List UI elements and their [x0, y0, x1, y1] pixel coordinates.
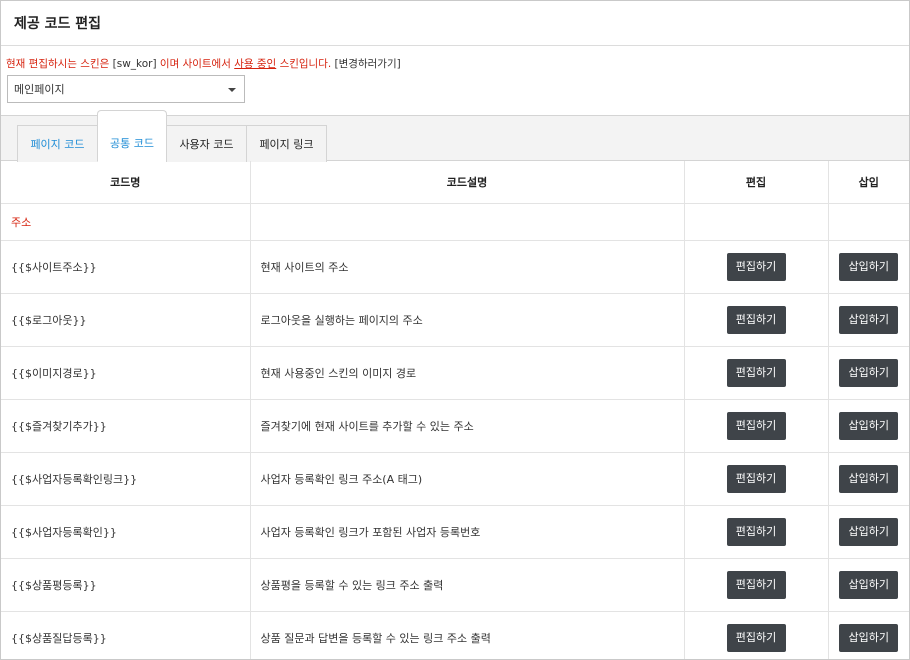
- edit-button[interactable]: 편집하기: [726, 252, 786, 281]
- code-description: 로그아웃을 실행하는 페이지의 주소: [250, 293, 685, 347]
- edit-button[interactable]: 편집하기: [726, 358, 786, 387]
- code-name: {{$상품질답등록}}: [1, 611, 251, 659]
- page-title: 제공 코드 편집: [14, 16, 102, 32]
- code-name: {{$사이트주소}}: [1, 240, 251, 294]
- edit-button[interactable]: 편집하기: [726, 570, 786, 599]
- in-use-text: 사용 중인: [234, 58, 277, 70]
- insert-button[interactable]: 삽입하기: [839, 517, 899, 546]
- insert-button[interactable]: 삽입하기: [839, 623, 899, 652]
- page-select-value: 메인페이지: [14, 83, 65, 96]
- table-row: {{$사업자등록확인링크}} 사업자 등록확인 링크 주소(A 태그) 편집하기 삽입…: [1, 452, 909, 506]
- notice-middle: 이며 사이트에서: [159, 58, 231, 70]
- tab-user-code[interactable]: 사용자 코드: [166, 125, 247, 162]
- notice-prefix: 현재 편집하시는 스킨은: [6, 58, 110, 70]
- header-code-desc: 코드설명: [250, 161, 685, 204]
- code-name: {{$로그아웃}}: [1, 293, 251, 347]
- code-name: {{$사업자등록확인링크}}: [1, 452, 251, 506]
- table-row: {{$사업자등록확인}} 사업자 등록확인 링크가 포함된 사업자 등록번호 편집하…: [1, 505, 909, 559]
- insert-button[interactable]: 삽입하기: [839, 252, 899, 281]
- insert-button[interactable]: 삽입하기: [839, 411, 899, 440]
- code-description: 현재 사이트의 주소: [250, 240, 685, 294]
- code-name: {{$즐겨찾기추가}}: [1, 399, 251, 453]
- insert-button[interactable]: 삽입하기: [839, 570, 899, 599]
- code-description: 사업자 등록확인 링크 주소(A 태그): [250, 452, 685, 506]
- table-row: {{$로그아웃}} 로그아웃을 실행하는 페이지의 주소 편집하기 삽입하기: [1, 293, 909, 347]
- header-code-name: 코드명: [1, 161, 251, 204]
- code-table: 코드명 코드설명 편집 삽입 주소 {{$사이트주소}} 현재 사이트의 주소 편집…: [1, 161, 909, 659]
- table-row: {{$상품질답등록}} 상품 질문과 답변을 등록할 수 있는 링크 주소 출력 편…: [1, 611, 909, 659]
- skin-notice: 현재 편집하시는 스킨은 [sw_kor] 이며 사이트에서 사용 중인 스킨입…: [6, 56, 401, 71]
- code-description: 상품 질문과 답변을 등록할 수 있는 링크 주소 출력: [250, 611, 685, 659]
- notice-suffix: 스킨입니다.: [279, 58, 332, 70]
- insert-button[interactable]: 삽입하기: [839, 305, 899, 334]
- table-row: {{$상품평등록}} 상품평을 등록할 수 있는 링크 주소 출력 편집하기 삽입하기: [1, 558, 909, 612]
- code-description: 상품평을 등록할 수 있는 링크 주소 출력: [250, 558, 685, 612]
- title-bar: 제공 코드 편집: [1, 1, 909, 46]
- code-description: 사업자 등록확인 링크가 포함된 사업자 등록번호: [250, 505, 685, 559]
- code-description: 즐겨찾기에 현재 사이트를 추가할 수 있는 주소: [250, 399, 685, 453]
- skin-name: [sw_kor]: [112, 58, 157, 70]
- code-name: {{$상품평등록}}: [1, 558, 251, 612]
- table-header-row: 코드명 코드설명 편집 삽입: [1, 161, 909, 204]
- edit-button[interactable]: 편집하기: [726, 411, 786, 440]
- table-row: {{$즐겨찾기추가}} 즐겨찾기에 현재 사이트를 추가할 수 있는 주소 편집하기…: [1, 399, 909, 453]
- code-description: 현재 사용중인 스킨의 이미지 경로: [250, 346, 685, 400]
- edit-button[interactable]: 편집하기: [726, 623, 786, 652]
- header-insert: 삽입: [828, 161, 909, 204]
- tab-page-link[interactable]: 페이지 링크: [246, 125, 327, 162]
- edit-button[interactable]: 편집하기: [726, 305, 786, 334]
- tab-bar: 페이지 코드 공통 코드 사용자 코드 페이지 링크: [1, 110, 909, 162]
- edit-button[interactable]: 편집하기: [726, 517, 786, 546]
- code-name: {{$사업자등록확인}}: [1, 505, 251, 559]
- header-edit: 편집: [684, 161, 829, 204]
- tab-common-code[interactable]: 공통 코드: [97, 110, 167, 162]
- code-name: {{$이미지경로}}: [1, 346, 251, 400]
- code-editor-panel: 제공 코드 편집 현재 편집하시는 스킨은 [sw_kor] 이며 사이트에서 …: [0, 0, 910, 660]
- chevron-down-icon: [228, 88, 236, 92]
- insert-button[interactable]: 삽입하기: [839, 358, 899, 387]
- group-row: 주소: [1, 203, 909, 241]
- edit-button[interactable]: 편집하기: [726, 464, 786, 493]
- insert-button[interactable]: 삽입하기: [839, 464, 899, 493]
- tab-page-code[interactable]: 페이지 코드: [17, 125, 98, 162]
- group-label: 주소: [1, 203, 251, 241]
- page-select[interactable]: 메인페이지: [7, 75, 245, 103]
- table-row: {{$사이트주소}} 현재 사이트의 주소 편집하기 삽입하기: [1, 240, 909, 294]
- table-row: {{$이미지경로}} 현재 사용중인 스킨의 이미지 경로 편집하기 삽입하기: [1, 346, 909, 400]
- change-skin-link[interactable]: [변경하러가기]: [335, 58, 401, 70]
